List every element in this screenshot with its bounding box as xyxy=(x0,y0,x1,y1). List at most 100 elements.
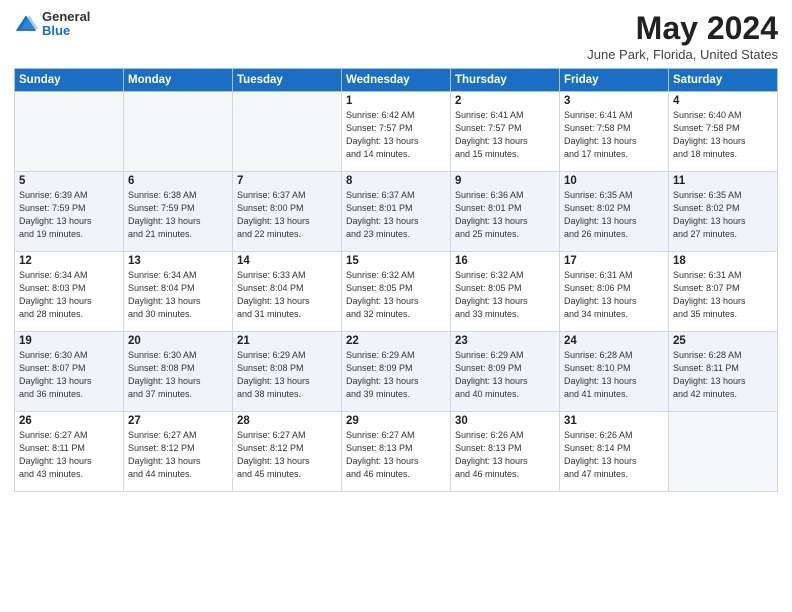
calendar-week-3: 12 Sunrise: 6:34 AMSunset: 8:03 PMDayligh… xyxy=(15,252,778,332)
col-sunday: Sunday xyxy=(15,69,124,92)
day-info: Sunrise: 6:27 AMSunset: 8:12 PMDaylight:… xyxy=(128,429,228,481)
calendar-cell: 10 Sunrise: 6:35 AMSunset: 8:02 PMDayligh… xyxy=(560,172,669,252)
col-tuesday: Tuesday xyxy=(233,69,342,92)
day-number: 17 xyxy=(564,255,664,267)
calendar-cell: 3 Sunrise: 6:41 AMSunset: 7:58 PMDaylight… xyxy=(560,92,669,172)
day-info: Sunrise: 6:37 AMSunset: 8:00 PMDaylight:… xyxy=(237,189,337,241)
page: General Blue May 2024 June Park, Florida… xyxy=(0,0,792,612)
calendar-cell: 27Sunrise: 6:27 AMSunset: 8:12 PMDayligh… xyxy=(124,412,233,492)
calendar-week-2: 5Sunrise: 6:39 AMSunset: 7:59 PMDaylight… xyxy=(15,172,778,252)
day-number: 6 xyxy=(128,175,228,187)
day-number: 22 xyxy=(346,335,446,347)
calendar-cell: 11 Sunrise: 6:35 AMSunset: 8:02 PMDayligh… xyxy=(669,172,778,252)
calendar-header-row: Sunday Monday Tuesday Wednesday Thursday… xyxy=(15,69,778,92)
day-info: Sunrise: 6:35 AMSunset: 8:02 PMDaylight:… xyxy=(673,189,773,241)
calendar-cell: 25Sunrise: 6:28 AMSunset: 8:11 PMDayligh… xyxy=(669,332,778,412)
day-number: 18 xyxy=(673,255,773,267)
day-number: 24 xyxy=(564,335,664,347)
calendar-cell: 24Sunrise: 6:28 AMSunset: 8:10 PMDayligh… xyxy=(560,332,669,412)
calendar-cell: 18 Sunrise: 6:31 AMSunset: 8:07 PMDayligh… xyxy=(669,252,778,332)
day-info: Sunrise: 6:40 AMSunset: 7:58 PMDaylight:… xyxy=(673,109,773,161)
day-info: Sunrise: 6:30 AMSunset: 8:08 PMDaylight:… xyxy=(128,349,228,401)
day-number: 28 xyxy=(237,415,337,427)
calendar-cell: 22 Sunrise: 6:29 AMSunset: 8:09 PMDayligh… xyxy=(342,332,451,412)
day-number: 29 xyxy=(346,415,446,427)
day-info: Sunrise: 6:34 AMSunset: 8:03 PMDaylight:… xyxy=(19,269,119,321)
day-info: Sunrise: 6:26 AMSunset: 8:13 PMDaylight:… xyxy=(455,429,555,481)
day-info: Sunrise: 6:26 AMSunset: 8:14 PMDaylight:… xyxy=(564,429,664,481)
day-number: 2 xyxy=(455,95,555,107)
calendar-cell: 6 Sunrise: 6:38 AMSunset: 7:59 PMDaylight… xyxy=(124,172,233,252)
day-info: Sunrise: 6:31 AMSunset: 8:07 PMDaylight:… xyxy=(673,269,773,321)
day-number: 8 xyxy=(346,175,446,187)
col-wednesday: Wednesday xyxy=(342,69,451,92)
logo-blue-text: Blue xyxy=(42,24,90,38)
day-info: Sunrise: 6:29 AMSunset: 8:08 PMDaylight:… xyxy=(237,349,337,401)
col-friday: Friday xyxy=(560,69,669,92)
calendar-cell: 30 Sunrise: 6:26 AMSunset: 8:13 PMDayligh… xyxy=(451,412,560,492)
calendar-cell xyxy=(669,412,778,492)
calendar-cell: 20 Sunrise: 6:30 AMSunset: 8:08 PMDayligh… xyxy=(124,332,233,412)
col-thursday: Thursday xyxy=(451,69,560,92)
calendar-cell xyxy=(124,92,233,172)
calendar-cell: 16 Sunrise: 6:32 AMSunset: 8:05 PMDayligh… xyxy=(451,252,560,332)
day-info: Sunrise: 6:41 AMSunset: 7:58 PMDaylight:… xyxy=(564,109,664,161)
day-number: 9 xyxy=(455,175,555,187)
day-number: 21 xyxy=(237,335,337,347)
calendar-cell: 21 Sunrise: 6:29 AMSunset: 8:08 PMDayligh… xyxy=(233,332,342,412)
day-number: 13 xyxy=(128,255,228,267)
day-number: 12 xyxy=(19,255,119,267)
col-saturday: Saturday xyxy=(669,69,778,92)
day-number: 19 xyxy=(19,335,119,347)
day-number: 26 xyxy=(19,415,119,427)
day-info: Sunrise: 6:32 AMSunset: 8:05 PMDaylight:… xyxy=(455,269,555,321)
day-number: 30 xyxy=(455,415,555,427)
day-number: 23 xyxy=(455,335,555,347)
calendar-cell: 7Sunrise: 6:37 AMSunset: 8:00 PMDaylight… xyxy=(233,172,342,252)
day-info: Sunrise: 6:35 AMSunset: 8:02 PMDaylight:… xyxy=(564,189,664,241)
day-info: Sunrise: 6:27 AMSunset: 8:11 PMDaylight:… xyxy=(19,429,119,481)
day-info: Sunrise: 6:29 AMSunset: 8:09 PMDaylight:… xyxy=(455,349,555,401)
day-number: 16 xyxy=(455,255,555,267)
day-info: Sunrise: 6:32 AMSunset: 8:05 PMDaylight:… xyxy=(346,269,446,321)
day-info: Sunrise: 6:37 AMSunset: 8:01 PMDaylight:… xyxy=(346,189,446,241)
calendar-cell: 5Sunrise: 6:39 AMSunset: 7:59 PMDaylight… xyxy=(15,172,124,252)
calendar-cell: 14Sunrise: 6:33 AMSunset: 8:04 PMDayligh… xyxy=(233,252,342,332)
calendar-cell: 2Sunrise: 6:41 AMSunset: 7:57 PMDaylight… xyxy=(451,92,560,172)
title-location: June Park, Florida, United States xyxy=(587,47,778,62)
day-info: Sunrise: 6:34 AMSunset: 8:04 PMDaylight:… xyxy=(128,269,228,321)
title-block: May 2024 June Park, Florida, United Stat… xyxy=(587,10,778,62)
calendar-cell: 9 Sunrise: 6:36 AMSunset: 8:01 PMDaylight… xyxy=(451,172,560,252)
calendar-cell: 4Sunrise: 6:40 AMSunset: 7:58 PMDaylight… xyxy=(669,92,778,172)
day-number: 31 xyxy=(564,415,664,427)
calendar-week-4: 19Sunrise: 6:30 AMSunset: 8:07 PMDayligh… xyxy=(15,332,778,412)
day-number: 1 xyxy=(346,95,446,107)
day-number: 11 xyxy=(673,175,773,187)
day-info: Sunrise: 6:33 AMSunset: 8:04 PMDaylight:… xyxy=(237,269,337,321)
day-number: 20 xyxy=(128,335,228,347)
calendar-week-5: 26 Sunrise: 6:27 AMSunset: 8:11 PMDayligh… xyxy=(15,412,778,492)
title-month: May 2024 xyxy=(587,10,778,47)
calendar-cell: 12 Sunrise: 6:34 AMSunset: 8:03 PMDayligh… xyxy=(15,252,124,332)
day-info: Sunrise: 6:38 AMSunset: 7:59 PMDaylight:… xyxy=(128,189,228,241)
logo-text: General Blue xyxy=(42,10,90,39)
day-info: Sunrise: 6:42 AMSunset: 7:57 PMDaylight:… xyxy=(346,109,446,161)
day-number: 3 xyxy=(564,95,664,107)
calendar-cell: 19Sunrise: 6:30 AMSunset: 8:07 PMDayligh… xyxy=(15,332,124,412)
calendar-cell: 13 Sunrise: 6:34 AMSunset: 8:04 PMDayligh… xyxy=(124,252,233,332)
calendar-cell: 26 Sunrise: 6:27 AMSunset: 8:11 PMDayligh… xyxy=(15,412,124,492)
calendar-cell: 1 Sunrise: 6:42 AMSunset: 7:57 PMDaylight… xyxy=(342,92,451,172)
calendar-cell xyxy=(15,92,124,172)
day-info: Sunrise: 6:31 AMSunset: 8:06 PMDaylight:… xyxy=(564,269,664,321)
day-info: Sunrise: 6:27 AMSunset: 8:12 PMDaylight:… xyxy=(237,429,337,481)
calendar-cell: 8 Sunrise: 6:37 AMSunset: 8:01 PMDaylight… xyxy=(342,172,451,252)
day-number: 5 xyxy=(19,175,119,187)
day-number: 15 xyxy=(346,255,446,267)
calendar-cell xyxy=(233,92,342,172)
day-info: Sunrise: 6:36 AMSunset: 8:01 PMDaylight:… xyxy=(455,189,555,241)
calendar-week-1: 1 Sunrise: 6:42 AMSunset: 7:57 PMDaylight… xyxy=(15,92,778,172)
day-info: Sunrise: 6:27 AMSunset: 8:13 PMDaylight:… xyxy=(346,429,446,481)
day-info: Sunrise: 6:29 AMSunset: 8:09 PMDaylight:… xyxy=(346,349,446,401)
day-number: 10 xyxy=(564,175,664,187)
calendar-cell: 17 Sunrise: 6:31 AMSunset: 8:06 PMDayligh… xyxy=(560,252,669,332)
